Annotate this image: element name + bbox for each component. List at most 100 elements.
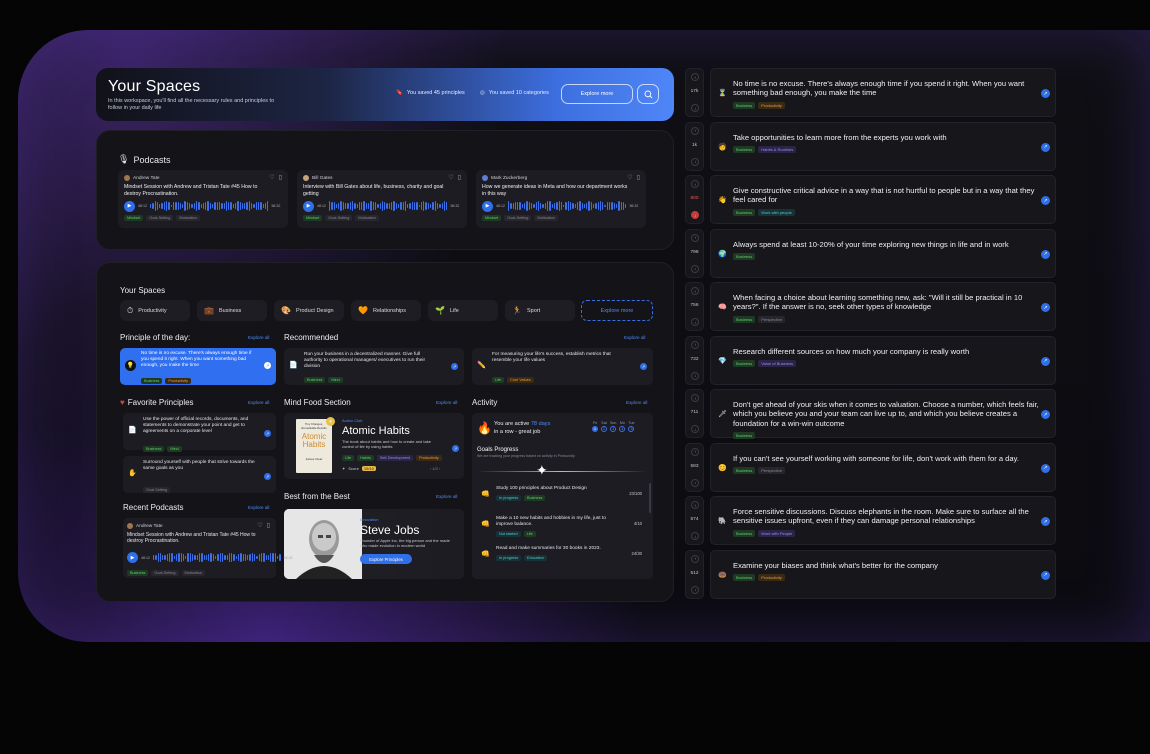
arrow-icon[interactable]: ↗ bbox=[451, 363, 458, 370]
principle-day-card[interactable]: 💡 No time is no excuse. There's always e… bbox=[120, 348, 276, 385]
space-pill-business[interactable]: 💼 Business bbox=[197, 300, 267, 321]
downvote-button[interactable]: ↓ bbox=[691, 157, 699, 166]
principle-row[interactable]: 🐘 Force sensitive discussions. Discuss el… bbox=[710, 496, 1056, 545]
upvote-button[interactable]: ↑ bbox=[691, 447, 699, 456]
favorite-card[interactable]: 📄 Use the power of official records, docu… bbox=[123, 413, 276, 452]
principle-row[interactable]: 😊 If you can't see yourself working with … bbox=[710, 442, 1056, 492]
upvote-button[interactable]: ↑ bbox=[691, 394, 699, 402]
arrow-icon[interactable]: ↗ bbox=[1041, 142, 1050, 152]
best-explore[interactable]: Explore all bbox=[436, 494, 457, 499]
play-button[interactable]: ▶ bbox=[303, 200, 314, 212]
space-pill-life[interactable]: 🌱 Life bbox=[428, 300, 498, 321]
principle-row[interactable]: 🍩 Examine your biases and think what's be… bbox=[710, 549, 1056, 599]
podcast-card[interactable]: Mark Zuckerberg ♡ ▯ How we generate ideas i… bbox=[476, 170, 646, 228]
arrow-icon[interactable]: ↗ bbox=[1041, 196, 1050, 205]
space-pill-productivity[interactable]: ⏱ Productivity bbox=[120, 300, 190, 321]
explore-principles-button[interactable]: Explore Principles bbox=[360, 554, 412, 564]
space-pill-relationships[interactable]: 🧡 Relationships bbox=[351, 300, 421, 321]
goal-item[interactable]: 👊 Study 100 principles about Product Desi… bbox=[476, 482, 648, 508]
waveform-bar bbox=[251, 202, 253, 210]
arrow-icon[interactable]: ↗ bbox=[264, 430, 271, 437]
play-button[interactable]: ▶ bbox=[482, 200, 493, 212]
goal-item[interactable]: 👊 Read and make summaries for 30 books in… bbox=[476, 542, 648, 568]
mindfood-explore[interactable]: Explore all bbox=[436, 400, 457, 405]
heart-outline-icon[interactable]: ♡ bbox=[269, 174, 274, 181]
space-pill-product-design[interactable]: 🎨 Product Design bbox=[274, 300, 344, 321]
principle-row[interactable]: ⏳ No time is no excuse. There's always en… bbox=[710, 68, 1056, 117]
arrow-icon[interactable]: ↗ bbox=[1041, 463, 1050, 473]
goals-scrollbar[interactable] bbox=[649, 483, 651, 513]
arrow-icon[interactable]: ↗ bbox=[1041, 410, 1050, 419]
favorite-card[interactable]: ✋ Surround yourself with people that stri… bbox=[123, 456, 276, 493]
recommended-card[interactable]: ✏️ For measuring your life's success, est… bbox=[472, 348, 653, 385]
heart-outline-icon[interactable]: ♡ bbox=[257, 522, 262, 529]
waveform-bar bbox=[175, 553, 178, 562]
waveform-bar bbox=[625, 204, 627, 208]
bookmark-icon[interactable]: ▯ bbox=[637, 174, 640, 181]
arrow-icon[interactable]: ↗ bbox=[1041, 517, 1050, 526]
downvote-button[interactable]: ↓ bbox=[691, 371, 699, 380]
arrow-icon[interactable]: ↗ bbox=[1041, 356, 1050, 366]
downvote-button[interactable]: ↓ bbox=[691, 425, 699, 433]
principle-row[interactable]: 🌍 Always spend at least 10-20% of your ti… bbox=[710, 228, 1056, 278]
upvote-button[interactable]: ↑ bbox=[691, 554, 699, 563]
heart-outline-icon[interactable]: ♡ bbox=[448, 174, 453, 181]
podcast-card[interactable]: Andrew Tate ♡ ▯ Mindset Session with Andrew… bbox=[118, 170, 288, 228]
arrow-icon[interactable]: ↗ bbox=[1041, 303, 1050, 312]
principle-row[interactable]: 🗡 Don't get ahead of your skis when it co… bbox=[710, 389, 1056, 440]
upvote-button[interactable]: ↑ bbox=[691, 340, 699, 349]
arrow-icon[interactable]: ↗ bbox=[264, 473, 271, 480]
best-card[interactable]: Innovation Steve Jobs Founder of Apple i… bbox=[284, 509, 464, 579]
upvote-button[interactable]: ↑ bbox=[691, 126, 699, 135]
mindfood-pager[interactable]: ‹ 1/3 › bbox=[430, 467, 440, 471]
search-button[interactable] bbox=[637, 84, 659, 104]
goal-item[interactable]: 👊 Make a 10 new habits and hobbies in my … bbox=[476, 512, 648, 538]
downvote-button[interactable]: ↓ bbox=[691, 532, 699, 540]
waveform-bar bbox=[544, 202, 547, 210]
downvote-button[interactable]: ↓ bbox=[691, 211, 699, 219]
audio-waveform[interactable] bbox=[329, 201, 448, 211]
arrow-icon[interactable]: ↗ bbox=[640, 363, 647, 370]
principle-row[interactable]: 💎 Research different sources on how much … bbox=[710, 335, 1056, 385]
recommended-card[interactable]: 📄 Run your business in a decentralized ma… bbox=[284, 348, 464, 385]
podcast-card[interactable]: Bill Gates ♡ ▯ Interview with Bill Gates ab… bbox=[297, 170, 467, 228]
audio-waveform[interactable] bbox=[508, 201, 627, 211]
space-pill-sport[interactable]: 🏃 Sport bbox=[505, 300, 575, 321]
upvote-button[interactable]: ↑ bbox=[691, 180, 699, 188]
explore-more-button[interactable]: Explore more bbox=[561, 84, 633, 104]
principle-row[interactable]: 👋 Give constructive critical advice in a … bbox=[710, 175, 1056, 224]
heart-outline-icon[interactable]: ♡ bbox=[627, 174, 632, 181]
arrow-icon[interactable]: ↗ bbox=[1041, 570, 1050, 580]
principle-row[interactable]: 🧑 Take opportunities to learn more from t… bbox=[710, 121, 1056, 171]
day-dot: 5 bbox=[628, 426, 635, 432]
upvote-button[interactable]: ↑ bbox=[691, 287, 699, 295]
principle-day-explore[interactable]: Explore all bbox=[248, 335, 269, 340]
downvote-button[interactable]: ↓ bbox=[691, 585, 699, 594]
arrow-icon[interactable]: ↗ bbox=[452, 445, 459, 452]
downvote-button[interactable]: ↓ bbox=[691, 478, 699, 487]
bookmark-icon[interactable]: ▯ bbox=[458, 174, 461, 181]
recommended-explore[interactable]: Explore all bbox=[624, 335, 645, 340]
upvote-button[interactable]: ↑ bbox=[691, 501, 699, 509]
bookmark-icon[interactable]: ▯ bbox=[267, 522, 270, 529]
upvote-button[interactable]: ↑ bbox=[691, 233, 699, 242]
activity-explore[interactable]: Explore all bbox=[626, 400, 647, 405]
downvote-button[interactable]: ↓ bbox=[691, 104, 699, 112]
recent-explore[interactable]: Explore all bbox=[248, 505, 269, 510]
downvote-button[interactable]: ↓ bbox=[691, 264, 699, 273]
upvote-button[interactable]: ↑ bbox=[691, 73, 699, 81]
downvote-button[interactable]: ↓ bbox=[691, 318, 699, 326]
explore-more-spaces-button[interactable]: Explore more bbox=[581, 300, 653, 321]
bookmark-icon[interactable]: ▯ bbox=[279, 174, 282, 181]
play-button[interactable]: ▶ bbox=[127, 552, 138, 563]
arrow-icon[interactable]: ↗ bbox=[1041, 89, 1050, 98]
arrow-icon[interactable]: ↗ bbox=[1041, 249, 1050, 259]
mindfood-card[interactable]: Tiny Changes, Remarkable Results Atomic … bbox=[284, 413, 464, 479]
favorite-explore[interactable]: Explore all bbox=[248, 400, 269, 405]
audio-waveform[interactable] bbox=[153, 552, 281, 563]
recent-podcast-card[interactable]: Andrew Tate ♡ ▯ Mindset Session with Andr… bbox=[123, 518, 293, 578]
play-button[interactable]: ▶ bbox=[124, 200, 135, 212]
audio-waveform[interactable] bbox=[150, 201, 269, 211]
arrow-icon[interactable]: ↗ bbox=[264, 362, 271, 369]
principle-row[interactable]: 🧠 When facing a choice about learning som… bbox=[710, 282, 1056, 331]
